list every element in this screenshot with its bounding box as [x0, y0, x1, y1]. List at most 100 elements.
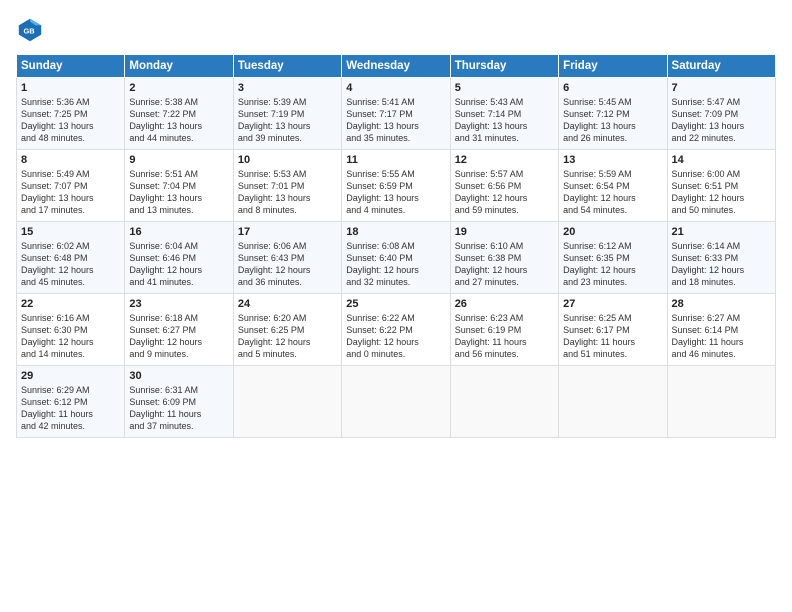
header-day: Saturday — [667, 55, 775, 78]
day-number: 5 — [455, 82, 554, 94]
calendar-cell: 7 Sunrise: 5:47 AMSunset: 7:09 PMDaylight… — [667, 78, 775, 150]
cell-info: Sunrise: 6:04 AMSunset: 6:46 PMDaylight:… — [129, 240, 228, 289]
cell-info: Sunrise: 6:31 AMSunset: 6:09 PMDaylight:… — [129, 384, 228, 433]
calendar-cell: 2 Sunrise: 5:38 AMSunset: 7:22 PMDaylight… — [125, 78, 233, 150]
cell-info: Sunrise: 5:45 AMSunset: 7:12 PMDaylight:… — [563, 96, 662, 145]
day-number: 20 — [563, 226, 662, 238]
cell-info: Sunrise: 6:08 AMSunset: 6:40 PMDaylight:… — [346, 240, 445, 289]
day-number: 10 — [238, 154, 337, 166]
cell-info: Sunrise: 5:51 AMSunset: 7:04 PMDaylight:… — [129, 168, 228, 217]
calendar-cell: 25 Sunrise: 6:22 AMSunset: 6:22 PMDayligh… — [342, 294, 450, 366]
calendar-cell: 3 Sunrise: 5:39 AMSunset: 7:19 PMDaylight… — [233, 78, 341, 150]
day-number: 18 — [346, 226, 445, 238]
day-number: 22 — [21, 298, 120, 310]
calendar-week-row: 8 Sunrise: 5:49 AMSunset: 7:07 PMDaylight… — [17, 150, 776, 222]
day-number: 3 — [238, 82, 337, 94]
calendar-week-row: 15 Sunrise: 6:02 AMSunset: 6:48 PMDayligh… — [17, 222, 776, 294]
day-number: 17 — [238, 226, 337, 238]
calendar-cell — [667, 366, 775, 438]
calendar-table: SundayMondayTuesdayWednesdayThursdayFrid… — [16, 54, 776, 438]
calendar-cell: 9 Sunrise: 5:51 AMSunset: 7:04 PMDaylight… — [125, 150, 233, 222]
calendar-cell: 23Sunrise: 6:18 AMSunset: 6:27 PMDayligh… — [125, 294, 233, 366]
cell-info: Sunrise: 5:47 AMSunset: 7:09 PMDaylight:… — [672, 96, 771, 145]
header-row: SundayMondayTuesdayWednesdayThursdayFrid… — [17, 55, 776, 78]
calendar-cell: 24Sunrise: 6:20 AMSunset: 6:25 PMDayligh… — [233, 294, 341, 366]
day-number: 11 — [346, 154, 445, 166]
day-number: 8 — [21, 154, 120, 166]
logo-icon: GB — [16, 16, 44, 44]
day-number: 4 — [346, 82, 445, 94]
calendar-cell: 1Sunrise: 5:36 AMSunset: 7:25 PMDaylight… — [17, 78, 125, 150]
cell-info: Sunrise: 6:10 AMSunset: 6:38 PMDaylight:… — [455, 240, 554, 289]
calendar-cell: 28 Sunrise: 6:27 AMSunset: 6:14 PMDayligh… — [667, 294, 775, 366]
day-number: 7 — [672, 82, 771, 94]
cell-info: Sunrise: 6:22 AMSunset: 6:22 PMDaylight:… — [346, 312, 445, 361]
cell-info: Sunrise: 5:55 AMSunset: 6:59 PMDaylight:… — [346, 168, 445, 217]
day-number: 14 — [672, 154, 771, 166]
calendar-cell: 11 Sunrise: 5:55 AMSunset: 6:59 PMDayligh… — [342, 150, 450, 222]
calendar-cell: 5Sunrise: 5:43 AMSunset: 7:14 PMDaylight… — [450, 78, 558, 150]
cell-info: Sunrise: 5:38 AMSunset: 7:22 PMDaylight:… — [129, 96, 228, 145]
day-number: 6 — [563, 82, 662, 94]
calendar-cell — [450, 366, 558, 438]
cell-info: Sunrise: 5:39 AMSunset: 7:19 PMDaylight:… — [238, 96, 337, 145]
cell-info: Sunrise: 6:06 AMSunset: 6:43 PMDaylight:… — [238, 240, 337, 289]
calendar-cell — [559, 366, 667, 438]
header-day: Wednesday — [342, 55, 450, 78]
cell-info: Sunrise: 6:02 AMSunset: 6:48 PMDaylight:… — [21, 240, 120, 289]
calendar-cell: 12Sunrise: 5:57 AMSunset: 6:56 PMDayligh… — [450, 150, 558, 222]
calendar-week-row: 29 Sunrise: 6:29 AMSunset: 6:12 PMDayligh… — [17, 366, 776, 438]
calendar-cell — [342, 366, 450, 438]
header-day: Friday — [559, 55, 667, 78]
svg-text:GB: GB — [23, 27, 35, 36]
cell-info: Sunrise: 5:41 AMSunset: 7:17 PMDaylight:… — [346, 96, 445, 145]
header-day: Monday — [125, 55, 233, 78]
day-number: 23 — [129, 298, 228, 310]
day-number: 26 — [455, 298, 554, 310]
page-header: GB — [16, 16, 776, 44]
header-day: Tuesday — [233, 55, 341, 78]
calendar-cell: 14 Sunrise: 6:00 AMSunset: 6:51 PMDayligh… — [667, 150, 775, 222]
cell-info: Sunrise: 6:23 AMSunset: 6:19 PMDaylight:… — [455, 312, 554, 361]
calendar-cell — [233, 366, 341, 438]
cell-info: Sunrise: 6:00 AMSunset: 6:51 PMDaylight:… — [672, 168, 771, 217]
cell-info: Sunrise: 6:14 AMSunset: 6:33 PMDaylight:… — [672, 240, 771, 289]
cell-info: Sunrise: 6:27 AMSunset: 6:14 PMDaylight:… — [672, 312, 771, 361]
cell-info: Sunrise: 6:12 AMSunset: 6:35 PMDaylight:… — [563, 240, 662, 289]
cell-info: Sunrise: 5:59 AMSunset: 6:54 PMDaylight:… — [563, 168, 662, 217]
day-number: 2 — [129, 82, 228, 94]
calendar-cell: 22 Sunrise: 6:16 AMSunset: 6:30 PMDayligh… — [17, 294, 125, 366]
calendar-week-row: 22 Sunrise: 6:16 AMSunset: 6:30 PMDayligh… — [17, 294, 776, 366]
calendar-cell: 13 Sunrise: 5:59 AMSunset: 6:54 PMDayligh… — [559, 150, 667, 222]
calendar-cell: 8 Sunrise: 5:49 AMSunset: 7:07 PMDaylight… — [17, 150, 125, 222]
cell-info: Sunrise: 5:49 AMSunset: 7:07 PMDaylight:… — [21, 168, 120, 217]
calendar-cell: 6 Sunrise: 5:45 AMSunset: 7:12 PMDaylight… — [559, 78, 667, 150]
calendar-cell: 15 Sunrise: 6:02 AMSunset: 6:48 PMDayligh… — [17, 222, 125, 294]
calendar-cell: 10Sunrise: 5:53 AMSunset: 7:01 PMDayligh… — [233, 150, 341, 222]
cell-info: Sunrise: 6:25 AMSunset: 6:17 PMDaylight:… — [563, 312, 662, 361]
calendar-cell: 19Sunrise: 6:10 AMSunset: 6:38 PMDayligh… — [450, 222, 558, 294]
day-number: 15 — [21, 226, 120, 238]
calendar-cell: 27 Sunrise: 6:25 AMSunset: 6:17 PMDayligh… — [559, 294, 667, 366]
cell-info: Sunrise: 5:57 AMSunset: 6:56 PMDaylight:… — [455, 168, 554, 217]
day-number: 27 — [563, 298, 662, 310]
calendar-cell: 30 Sunrise: 6:31 AMSunset: 6:09 PMDayligh… — [125, 366, 233, 438]
header-day: Sunday — [17, 55, 125, 78]
day-number: 16 — [129, 226, 228, 238]
cell-info: Sunrise: 6:16 AMSunset: 6:30 PMDaylight:… — [21, 312, 120, 361]
calendar-cell: 21 Sunrise: 6:14 AMSunset: 6:33 PMDayligh… — [667, 222, 775, 294]
calendar-cell: 4 Sunrise: 5:41 AMSunset: 7:17 PMDaylight… — [342, 78, 450, 150]
day-number: 21 — [672, 226, 771, 238]
calendar-cell: 20 Sunrise: 6:12 AMSunset: 6:35 PMDayligh… — [559, 222, 667, 294]
day-number: 25 — [346, 298, 445, 310]
cell-info: Sunrise: 5:36 AMSunset: 7:25 PMDaylight:… — [21, 96, 120, 145]
day-number: 9 — [129, 154, 228, 166]
day-number: 29 — [21, 370, 120, 382]
calendar-week-row: 1Sunrise: 5:36 AMSunset: 7:25 PMDaylight… — [17, 78, 776, 150]
day-number: 30 — [129, 370, 228, 382]
logo: GB — [16, 16, 48, 44]
day-number: 13 — [563, 154, 662, 166]
day-number: 28 — [672, 298, 771, 310]
calendar-cell: 16 Sunrise: 6:04 AMSunset: 6:46 PMDayligh… — [125, 222, 233, 294]
cell-info: Sunrise: 6:29 AMSunset: 6:12 PMDaylight:… — [21, 384, 120, 433]
